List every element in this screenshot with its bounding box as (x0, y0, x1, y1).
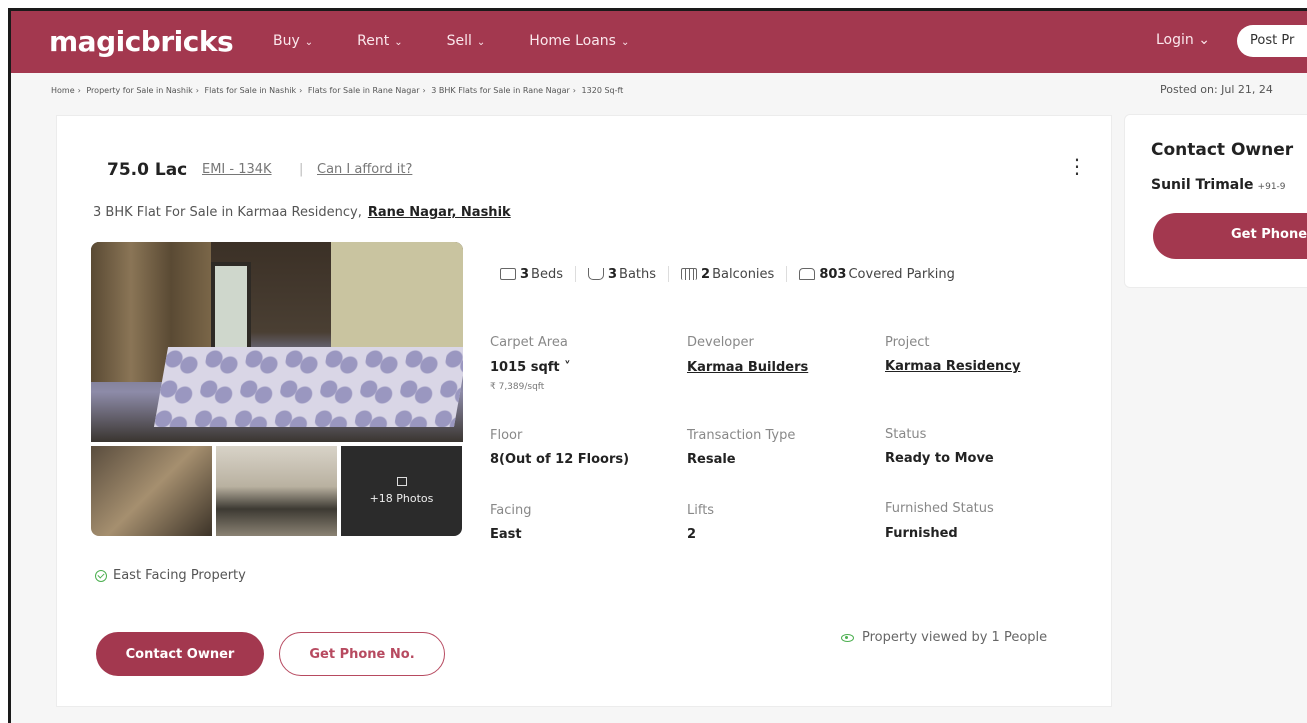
nav-home-loans[interactable]: Home Loans ⌄ (529, 33, 629, 49)
nav-home-loans-label: Home Loans (529, 33, 616, 49)
transaction-type-value: Resale (687, 452, 736, 467)
facing-value: East (490, 527, 522, 542)
project-label: Project (885, 335, 930, 350)
owner-name: Sunil Trimale (1151, 177, 1254, 193)
sidebar-get-phone-button[interactable]: Get Phone (1153, 213, 1307, 259)
nav-sell-label: Sell (446, 33, 472, 49)
magicbricks-logo[interactable]: magicbricks (49, 25, 234, 58)
nav-buy-label: Buy (273, 33, 300, 49)
status-value: Ready to Move (885, 451, 994, 466)
property-title-text: 3 BHK Flat For Sale in Karmaa Residency, (93, 205, 362, 220)
locality-link[interactable]: Rane Nagar, Nashik (368, 205, 511, 220)
thumbnail-photo[interactable] (91, 446, 212, 536)
parking-count: 803 (819, 266, 847, 282)
login-menu[interactable]: Login ⌄ (1156, 32, 1210, 48)
views-info: Property viewed by 1 People (841, 630, 1047, 645)
status-label: Status (885, 427, 927, 442)
beds-label: Beds (531, 266, 563, 282)
owner-info: Sunil Trimale +91-9 (1151, 177, 1286, 193)
breadcrumb: Home › Property for Sale in Nashik › Flats… (51, 86, 624, 95)
more-options-icon[interactable]: ⋮ (1067, 154, 1087, 178)
screen-frame: magicbricks Buy ⌄ Rent ⌄ Sell ⌄ Home Loans ⌄… (8, 8, 1307, 723)
lifts-label: Lifts (687, 503, 715, 518)
parking-feature: 803 Covered Parking (799, 267, 955, 282)
floor-label: Floor (490, 428, 523, 443)
carpet-area-value[interactable]: 1015 sqft ˅ (490, 360, 571, 375)
bath-icon (588, 268, 604, 280)
breadcrumb-current: 1320 Sq-ft (581, 86, 624, 95)
breadcrumb-nashik-sale[interactable]: Property for Sale in Nashik (86, 86, 192, 95)
nav-rent-label: Rent (357, 33, 390, 49)
afford-link[interactable]: Can I afford it? (317, 162, 412, 177)
get-phone-button[interactable]: Get Phone No. (279, 632, 445, 676)
baths-count: 3 (608, 266, 618, 282)
chevron-down-icon: ⌄ (394, 37, 403, 48)
owner-phone: +91-9 (1257, 182, 1286, 192)
views-text: Property viewed by 1 People (862, 630, 1048, 645)
contact-owner-panel: Contact Owner Sunil Trimale +91-9 Get Pho… (1124, 114, 1307, 288)
emi-link[interactable]: EMI - 134K (202, 162, 272, 177)
floor-value: 8(Out of 12 Floors) (490, 452, 630, 467)
eye-icon (841, 633, 854, 642)
facing-label: Facing (490, 503, 532, 518)
balconies-count: 2 (701, 266, 711, 282)
photo-thumbnails: +18 Photos (91, 446, 462, 536)
beds-feature: 3 Beds (500, 267, 563, 282)
property-title: 3 BHK Flat For Sale in Karmaa Residency,… (93, 205, 511, 220)
chevron-down-icon: ⌄ (304, 37, 314, 48)
car-icon (799, 268, 816, 280)
chevron-down-icon: ⌄ (620, 37, 630, 48)
nav-rent[interactable]: Rent ⌄ (357, 33, 402, 49)
furnished-status-value: Furnished (885, 526, 958, 541)
baths-label: Baths (619, 266, 657, 282)
balcony-icon (681, 268, 698, 280)
price-per-sqft: ₹ 7,389/sqft (490, 382, 545, 392)
beds-count: 3 (520, 266, 530, 282)
bed-icon (500, 268, 516, 280)
contact-owner-button[interactable]: Contact Owner (96, 632, 264, 676)
chevron-down-icon: ⌄ (1198, 32, 1210, 48)
balconies-label: Balconies (712, 266, 775, 282)
transaction-type-label: Transaction Type (687, 428, 796, 443)
furnished-status-label: Furnished Status (885, 501, 994, 516)
chevron-down-icon: ⌄ (476, 37, 486, 48)
balconies-feature: 2 Balconies (681, 267, 774, 282)
carpet-area-label: Carpet Area (490, 335, 568, 350)
developer-label: Developer (687, 335, 754, 350)
breadcrumb-nashik-flats[interactable]: Flats for Sale in Nashik (205, 86, 297, 95)
feature-summary: 3 Beds 3 Baths 2 Balconies 803 Covered Parki… (500, 266, 955, 282)
top-navbar: magicbricks Buy ⌄ Rent ⌄ Sell ⌄ Home Loans ⌄… (11, 11, 1307, 73)
thumbnail-photo[interactable] (216, 446, 337, 536)
posted-date: Posted on: Jul 21, 24 (1160, 83, 1273, 96)
lifts-value: 2 (687, 527, 697, 542)
property-card: 75.0 Lac EMI - 134K | Can I afford it? ⋮… (56, 115, 1112, 707)
breadcrumb-3bhk-flats[interactable]: 3 BHK Flats for Sale in Rane Nagar (431, 86, 570, 95)
breadcrumb-home[interactable]: Home (51, 86, 75, 95)
baths-feature: 3 Baths (588, 267, 656, 282)
gallery-icon (396, 477, 407, 486)
developer-link[interactable]: Karmaa Builders (687, 360, 808, 375)
east-facing-highlight: East Facing Property (95, 568, 246, 583)
divider: | (299, 162, 304, 177)
post-property-button[interactable]: Post Pr (1237, 25, 1307, 57)
login-label: Login (1156, 32, 1194, 48)
more-photos-label: +18 Photos (369, 492, 434, 505)
parking-label: Covered Parking (848, 266, 955, 282)
breadcrumb-rane-nagar-flats[interactable]: Flats for Sale in Rane Nagar (308, 86, 420, 95)
highlight-text: East Facing Property (113, 568, 246, 583)
contact-panel-title: Contact Owner (1151, 140, 1294, 160)
project-link[interactable]: Karmaa Residency (885, 359, 1020, 374)
main-nav: Buy ⌄ Rent ⌄ Sell ⌄ Home Loans ⌄ (273, 33, 673, 49)
price: 75.0 Lac (107, 160, 188, 180)
main-property-photo[interactable] (91, 242, 463, 442)
more-photos-thumbnail[interactable]: +18 Photos (341, 446, 462, 536)
nav-sell[interactable]: Sell ⌄ (447, 33, 486, 49)
nav-buy[interactable]: Buy ⌄ (273, 33, 313, 49)
check-circle-icon (95, 569, 107, 582)
